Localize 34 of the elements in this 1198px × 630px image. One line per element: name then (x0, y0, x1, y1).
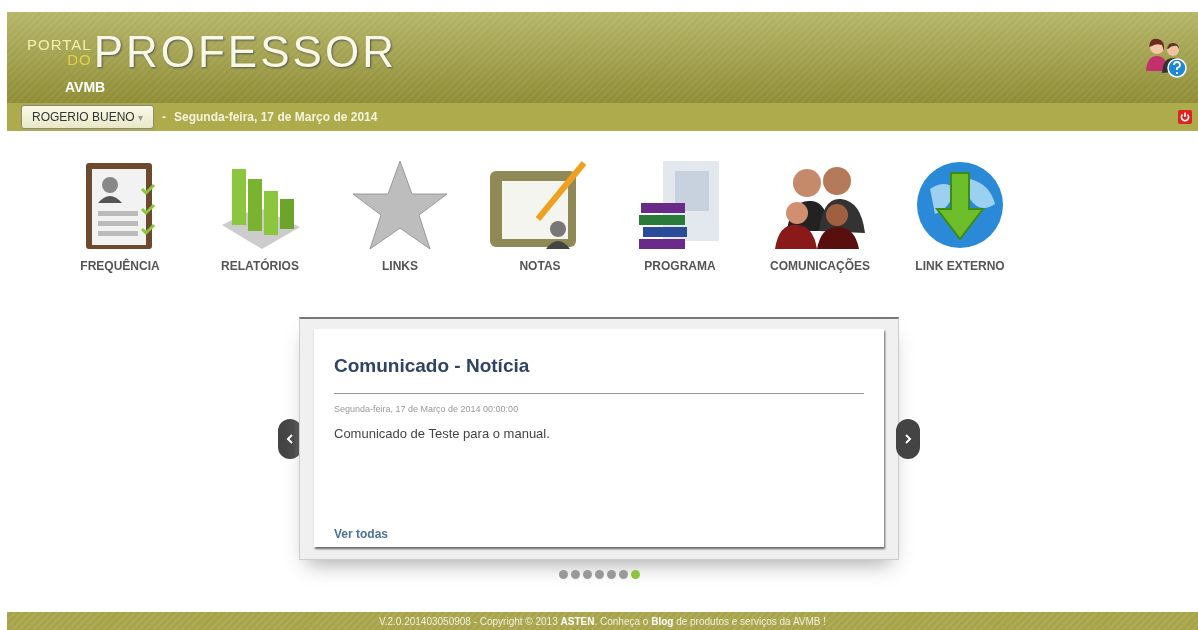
menu-item[interactable]: NOTAS (470, 151, 610, 273)
pager-dot[interactable] (618, 570, 628, 579)
footer-text: V.2.0.201403050908 - Copyright © 2013 ASTEN. Conheça o Blog de produtos e serviços da AVMB ! (378, 615, 827, 627)
pager-dot[interactable] (606, 570, 616, 579)
logo-title: PROFESSOR (93, 26, 397, 77)
menu-item[interactable]: LINK EXTERNO (890, 151, 1030, 273)
pager-dot[interactable] (594, 570, 604, 579)
current-date: Segunda-feira, 17 de Março de 2014 (174, 110, 378, 124)
logo-text: PORTAL (27, 36, 92, 52)
menu-item[interactable]: PROGRAMA (610, 151, 750, 273)
star-icon (351, 159, 449, 251)
pager-dot[interactable] (570, 570, 580, 579)
power-icon[interactable] (1178, 110, 1192, 124)
news-body: Comunicado de Teste para o manual. (334, 426, 551, 441)
menu-item[interactable]: LINKS (330, 151, 470, 273)
separator-text: - (162, 110, 166, 124)
users-help-icon[interactable] (1144, 36, 1188, 79)
pager-dot[interactable] (582, 570, 592, 579)
menu-item[interactable]: FREQUÊNCIA (50, 151, 190, 273)
logo-text: DO (67, 51, 92, 67)
see-all-link[interactable]: Ver todas (334, 527, 864, 541)
pager-dot[interactable] (558, 570, 568, 579)
globe-download-icon (915, 159, 1005, 251)
menu-item[interactable]: COMUNICAÇÕES (750, 151, 890, 273)
chevron-left-icon (286, 433, 294, 444)
news-title: Comunicado - Notícia (334, 355, 531, 377)
chevron-right-icon (904, 433, 912, 444)
pager-dot[interactable] (630, 570, 640, 579)
menu-item[interactable]: RELATÓRIOS (190, 151, 330, 273)
previous-button[interactable] (278, 418, 302, 459)
institution-name: AVMB (64, 78, 107, 95)
user-dropdown[interactable]: ROGERIO BUENO ▾ (21, 105, 154, 129)
next-button[interactable] (896, 418, 920, 459)
news-timestamp: Segunda-feira, 17 de Março de 2014 00:00:00 (334, 404, 520, 414)
